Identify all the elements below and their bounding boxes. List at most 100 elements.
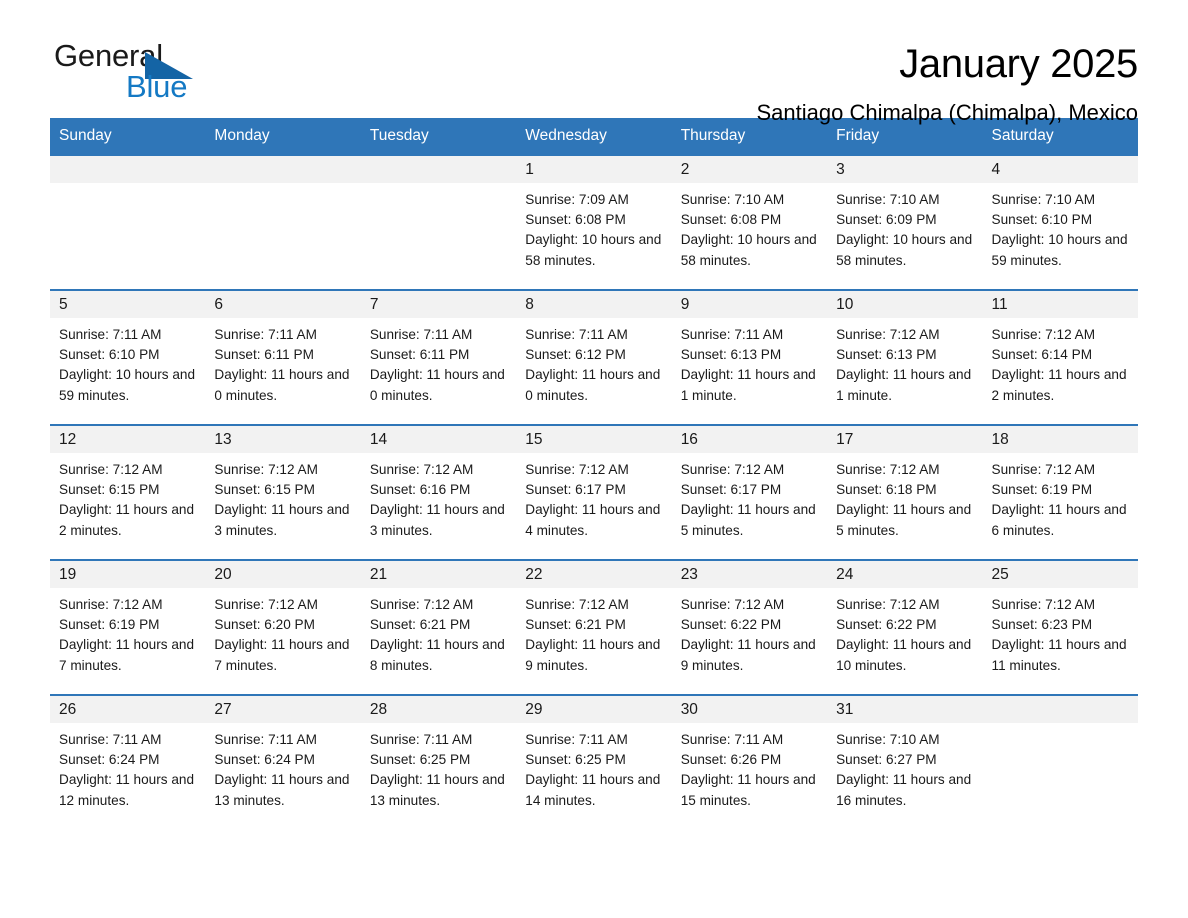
sunrise-text: Sunrise: 7:11 AM — [59, 732, 162, 747]
sunrise-text: Sunrise: 7:12 AM — [991, 327, 1096, 342]
calendar-day-cell[interactable]: 16 Sunrise: 7:12 AM Sunset: 6:17 PM Dayligh… — [671, 424, 828, 560]
calendar-day-cell[interactable]: 21 Sunrise: 7:12 AM Sunset: 6:21 PM Dayligh… — [360, 559, 517, 695]
day-number: 21 — [360, 561, 517, 588]
sunset-text: Sunset: 6:10 PM — [991, 212, 1093, 228]
daylight-text: Daylight: 11 hours and 2 minutes. — [991, 367, 1127, 403]
day-number: 11 — [982, 291, 1138, 318]
daylight-text: Daylight: 10 hours and 59 minutes. — [59, 367, 196, 403]
sunrise-text: Sunrise: 7:12 AM — [369, 597, 474, 612]
day-number: 3 — [827, 156, 983, 183]
sunset-text: Sunset: 6:13 PM — [836, 347, 937, 363]
calendar-day-cell[interactable]: 26 Sunrise: 7:11 AM Sunset: 6:24 PM Dayligh… — [50, 694, 206, 830]
day-number: 4 — [982, 156, 1138, 183]
sunset-text: Sunset: 6:15 PM — [214, 482, 315, 498]
daylight-text: Daylight: 11 hours and 8 minutes. — [369, 637, 505, 673]
day-details: Sunrise: 7:11 AM Sunset: 6:26 PM Daylight:… — [672, 723, 827, 811]
day-number: 22 — [516, 561, 672, 588]
general-blue-logo[interactable]: General Blue — [50, 38, 240, 110]
calendar-day-cell[interactable]: 13 Sunrise: 7:12 AM Sunset: 6:15 PM Dayligh… — [205, 424, 361, 560]
calendar-day-cell[interactable]: 5 Sunrise: 7:11 AM Sunset: 6:10 PM Daylight… — [50, 289, 206, 425]
calendar-day-cell[interactable]: 29 Sunrise: 7:11 AM Sunset: 6:25 PM Dayligh… — [516, 694, 672, 830]
calendar-day-cell[interactable]: 1 Sunrise: 7:09 AM Sunset: 6:08 PM Daylight… — [516, 154, 672, 290]
daylight-text: Daylight: 11 hours and 7 minutes. — [214, 637, 350, 673]
calendar-day-cell[interactable]: 14 Sunrise: 7:12 AM Sunset: 6:16 PM Dayligh… — [360, 424, 517, 560]
calendar-day-cell[interactable]: 19 Sunrise: 7:12 AM Sunset: 6:19 PM Dayligh… — [50, 559, 206, 695]
day-details: Sunrise: 7:12 AM Sunset: 6:14 PM Daylight:… — [983, 318, 1138, 406]
day-details: Sunrise: 7:11 AM Sunset: 6:11 PM Daylight:… — [361, 318, 516, 406]
calendar-day-cell[interactable]: 25 Sunrise: 7:12 AM Sunset: 6:23 PM Dayligh… — [982, 559, 1138, 695]
day-number: 25 — [982, 561, 1138, 588]
sunrise-text: Sunrise: 7:12 AM — [836, 462, 940, 477]
page-masthead: General Blue January 2025 Santiago Chima… — [50, 0, 1138, 125]
sunset-text: Sunset: 6:24 PM — [59, 752, 160, 768]
calendar-day-cell[interactable]: 20 Sunrise: 7:12 AM Sunset: 6:20 PM Dayligh… — [205, 559, 361, 695]
day-number: 2 — [671, 156, 828, 183]
daylight-text: Daylight: 11 hours and 0 minutes. — [214, 367, 350, 403]
sunrise-text: Sunrise: 7:11 AM — [59, 327, 162, 342]
location-subtitle: Santiago Chimalpa (Chimalpa), Mexico — [756, 100, 1139, 125]
day-number: 30 — [671, 696, 828, 723]
sunrise-text: Sunrise: 7:11 AM — [214, 732, 317, 747]
daylight-text: Daylight: 11 hours and 1 minute. — [836, 367, 972, 403]
day-number: 10 — [827, 291, 983, 318]
day-number: 20 — [205, 561, 361, 588]
day-details: Sunrise: 7:11 AM Sunset: 6:10 PM Daylight:… — [50, 318, 205, 406]
sunset-text: Sunset: 6:17 PM — [525, 482, 626, 498]
calendar-day-cell[interactable]: 11 Sunrise: 7:12 AM Sunset: 6:14 PM Dayligh… — [982, 289, 1138, 425]
calendar-day-cell[interactable]: 10 Sunrise: 7:12 AM Sunset: 6:13 PM Dayligh… — [827, 289, 983, 425]
sunrise-text: Sunrise: 7:11 AM — [680, 732, 784, 747]
sunset-text: Sunset: 6:21 PM — [369, 617, 471, 633]
daylight-text: Daylight: 11 hours and 16 minutes. — [836, 772, 972, 808]
calendar-day-cell[interactable]: 7 Sunrise: 7:11 AM Sunset: 6:11 PM Daylight… — [360, 289, 517, 425]
sunset-text: Sunset: 6:19 PM — [991, 482, 1093, 498]
sunrise-text: Sunrise: 7:12 AM — [991, 597, 1096, 612]
calendar-day-cell[interactable]: 24 Sunrise: 7:12 AM Sunset: 6:22 PM Dayligh… — [827, 559, 983, 695]
calendar-page: General Blue January 2025 Santiago Chima… — [0, 0, 1188, 918]
sunset-text: Sunset: 6:09 PM — [836, 212, 937, 228]
day-details: Sunrise: 7:11 AM Sunset: 6:25 PM Daylight:… — [361, 723, 516, 811]
sunset-text: Sunset: 6:24 PM — [214, 752, 315, 768]
calendar-day-cell[interactable]: 9 Sunrise: 7:11 AM Sunset: 6:13 PM Daylight… — [671, 289, 828, 425]
calendar-day-cell[interactable]: 12 Sunrise: 7:12 AM Sunset: 6:15 PM Dayligh… — [50, 424, 206, 560]
sunset-text: Sunset: 6:08 PM — [680, 212, 782, 228]
day-details: Sunrise: 7:12 AM Sunset: 6:22 PM Daylight:… — [827, 588, 982, 676]
calendar-week-row: 1 Sunrise: 7:09 AM Sunset: 6:08 PM Daylight… — [50, 154, 1138, 290]
calendar-day-cell[interactable]: 8 Sunrise: 7:11 AM Sunset: 6:12 PM Daylight… — [516, 289, 672, 425]
sunrise-text: Sunrise: 7:10 AM — [680, 192, 785, 207]
calendar-day-cell[interactable]: 22 Sunrise: 7:12 AM Sunset: 6:21 PM Dayligh… — [516, 559, 672, 695]
sunrise-text: Sunrise: 7:12 AM — [214, 462, 318, 477]
calendar-week-row: 5 Sunrise: 7:11 AM Sunset: 6:10 PM Daylight… — [50, 289, 1138, 425]
sunrise-text: Sunrise: 7:12 AM — [59, 597, 163, 612]
calendar-day-cell[interactable]: 18 Sunrise: 7:12 AM Sunset: 6:19 PM Dayligh… — [982, 424, 1138, 560]
calendar-day-cell[interactable]: 27 Sunrise: 7:11 AM Sunset: 6:24 PM Dayligh… — [205, 694, 361, 830]
calendar-day-cell[interactable]: 3 Sunrise: 7:10 AM Sunset: 6:09 PM Daylight… — [827, 154, 983, 290]
calendar-day-cell[interactable]: 15 Sunrise: 7:12 AM Sunset: 6:17 PM Dayligh… — [516, 424, 672, 560]
day-number — [360, 156, 517, 183]
calendar-day-cell[interactable]: 4 Sunrise: 7:10 AM Sunset: 6:10 PM Daylight… — [982, 154, 1138, 290]
sunrise-text: Sunrise: 7:12 AM — [680, 597, 785, 612]
day-number: 31 — [827, 696, 983, 723]
weekday-header-sunday: Sunday — [50, 118, 206, 155]
calendar-day-cell[interactable]: 31 Sunrise: 7:10 AM Sunset: 6:27 PM Dayligh… — [827, 694, 983, 830]
sunset-text: Sunset: 6:23 PM — [991, 617, 1093, 633]
calendar-day-cell[interactable]: 6 Sunrise: 7:11 AM Sunset: 6:11 PM Daylight… — [205, 289, 361, 425]
sunrise-text: Sunrise: 7:12 AM — [59, 462, 163, 477]
daylight-text: Daylight: 11 hours and 12 minutes. — [59, 772, 195, 808]
calendar-day-cell[interactable]: 28 Sunrise: 7:11 AM Sunset: 6:25 PM Dayligh… — [360, 694, 517, 830]
sunset-text: Sunset: 6:26 PM — [680, 752, 782, 768]
sunrise-text: Sunrise: 7:10 AM — [991, 192, 1096, 207]
sunset-text: Sunset: 6:11 PM — [369, 347, 470, 363]
day-number: 18 — [982, 426, 1138, 453]
calendar-day-cell[interactable]: 30 Sunrise: 7:11 AM Sunset: 6:26 PM Dayligh… — [671, 694, 828, 830]
day-details: Sunrise: 7:11 AM Sunset: 6:13 PM Daylight:… — [672, 318, 827, 406]
calendar-day-cell[interactable]: 23 Sunrise: 7:12 AM Sunset: 6:22 PM Dayligh… — [671, 559, 828, 695]
day-number: 7 — [360, 291, 517, 318]
day-details: Sunrise: 7:11 AM Sunset: 6:12 PM Daylight:… — [516, 318, 671, 406]
calendar-week-row: 12 Sunrise: 7:12 AM Sunset: 6:15 PM Dayligh… — [50, 424, 1138, 560]
daylight-text: Daylight: 10 hours and 59 minutes. — [991, 232, 1128, 268]
daylight-text: Daylight: 11 hours and 3 minutes. — [214, 502, 350, 538]
day-details: Sunrise: 7:12 AM Sunset: 6:16 PM Daylight:… — [361, 453, 516, 541]
calendar-day-cell[interactable]: 17 Sunrise: 7:12 AM Sunset: 6:18 PM Dayligh… — [827, 424, 983, 560]
calendar-day-cell[interactable]: 2 Sunrise: 7:10 AM Sunset: 6:08 PM Daylight… — [671, 154, 828, 290]
calendar-week-row: 26 Sunrise: 7:11 AM Sunset: 6:24 PM Dayligh… — [50, 694, 1138, 830]
